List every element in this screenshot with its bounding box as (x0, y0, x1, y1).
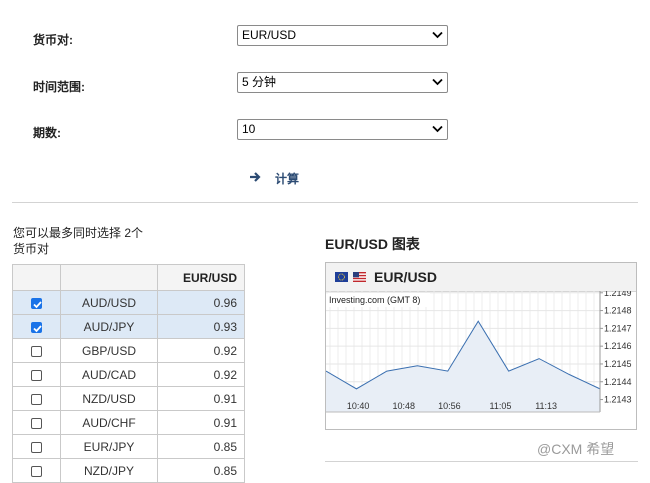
row-correlation-value: 0.96 (157, 290, 245, 315)
table-body: AUD/USD 0.96 AUD/JPY 0.93 GBP/USD 0.92 AUD/CAD… (12, 290, 245, 483)
header-eurusd-col: EUR/USD (157, 264, 245, 291)
eu-flag-icon (335, 272, 348, 282)
checkbox-unchecked[interactable] (31, 441, 42, 453)
table-row: AUD/USD 0.96 (12, 290, 245, 315)
header-checkbox-col (12, 264, 61, 291)
row-checkbox-cell (12, 338, 61, 363)
selection-note: 您可以最多同时选择 2个货币对 (13, 226, 144, 256)
row-pair-name: AUD/CHF (60, 410, 158, 435)
y-tick-label: 1.2145 (604, 359, 632, 369)
divider (325, 461, 638, 462)
table-row: EUR/JPY 0.85 (12, 434, 245, 459)
checkbox-unchecked[interactable] (31, 465, 42, 477)
checkbox-unchecked[interactable] (31, 393, 42, 405)
source-label: Investing.com (GMT 8) (329, 295, 420, 305)
table-row: NZD/JPY 0.85 (12, 458, 245, 483)
chevron-down-icon (432, 78, 443, 86)
check-icon (33, 301, 42, 309)
row-correlation-value: 0.91 (157, 386, 245, 411)
row-pair-name: AUD/JPY (60, 314, 158, 339)
time-frame-label: 时间范围: (33, 80, 85, 94)
x-tick-label: 11:13 (535, 401, 557, 411)
currency-pair-label: 货币对: (33, 33, 73, 47)
arrow-right-icon (250, 172, 261, 182)
row-correlation-value: 0.92 (157, 362, 245, 387)
calculate-label: 计算 (275, 172, 300, 186)
chart-header: EUR/USD (326, 263, 636, 292)
time-frame-value: 5 分钟 (242, 75, 277, 89)
row-checkbox-cell (12, 314, 61, 339)
chevron-down-icon (432, 125, 443, 133)
check-icon (33, 325, 42, 333)
row-pair-name: AUD/USD (60, 290, 158, 315)
row-correlation-value: 0.85 (157, 434, 245, 459)
periods-value: 10 (242, 122, 256, 136)
checkbox-checked[interactable] (31, 321, 42, 333)
row-checkbox-cell (12, 386, 61, 411)
table-row: GBP/USD 0.92 (12, 338, 245, 363)
x-tick-label: 10:40 (347, 401, 370, 411)
currency-pair-select[interactable]: EUR/USD (237, 25, 448, 46)
checkbox-unchecked[interactable] (31, 369, 42, 381)
currency-pair-value: EUR/USD (242, 28, 297, 42)
y-tick-label: 1.2146 (604, 341, 632, 351)
row-checkbox-cell (12, 458, 61, 483)
checkbox-unchecked[interactable] (31, 345, 42, 357)
table-row: NZD/USD 0.91 (12, 386, 245, 411)
divider (12, 202, 638, 203)
periods-select[interactable]: 10 (237, 119, 448, 140)
row-pair-name: GBP/USD (60, 338, 158, 363)
checkbox-unchecked[interactable] (31, 417, 42, 429)
periods-label: 期数: (33, 126, 61, 140)
row-pair-name: NZD/JPY (60, 458, 158, 483)
row-pair-name: AUD/CAD (60, 362, 158, 387)
row-checkbox-cell (12, 362, 61, 387)
row-correlation-value: 0.85 (157, 458, 245, 483)
row-checkbox-cell (12, 410, 61, 435)
x-tick-label: 10:48 (393, 401, 416, 411)
eurusd-chart: 1.2149 1.2148 1.2147 1.2146 1.2145 1.2144 1.21… (326, 291, 632, 413)
watermark: @CXM 希望 (537, 441, 615, 457)
row-checkbox-cell (12, 290, 61, 315)
x-tick-label: 11:05 (490, 401, 512, 411)
table-row: AUD/CAD 0.92 (12, 362, 245, 387)
y-tick-label: 1.2148 (604, 306, 632, 316)
time-frame-select[interactable]: 5 分钟 (237, 72, 448, 93)
checkbox-checked[interactable] (31, 297, 42, 309)
row-checkbox-cell (12, 434, 61, 459)
y-tick-label: 1.2147 (604, 323, 632, 333)
y-tick-label: 1.2149 (604, 291, 632, 298)
row-pair-name: NZD/USD (60, 386, 158, 411)
row-pair-name: EUR/JPY (60, 434, 158, 459)
header-pair-col (60, 264, 158, 291)
chart-widget: EUR/USD 1.2149 1.2148 1.2147 1.2146 1.2145 1.… (325, 262, 637, 430)
us-flag-icon (353, 272, 366, 282)
series-area (326, 321, 600, 412)
row-correlation-value: 0.91 (157, 410, 245, 435)
table-row: AUD/CHF 0.91 (12, 410, 245, 435)
y-tick-label: 1.2143 (604, 395, 632, 405)
y-tick-label: 1.2144 (604, 377, 632, 387)
chart-pair-label: EUR/USD (374, 269, 438, 285)
x-tick-label: 10:56 (438, 401, 461, 411)
correlation-table: EUR/USD AUD/USD 0.96 AUD/JPY 0.93 GBP/USD 0.9… (12, 264, 245, 483)
row-correlation-value: 0.92 (157, 338, 245, 363)
chart-title: EUR/USD 图表 (325, 236, 420, 252)
table-row: AUD/JPY 0.93 (12, 314, 245, 339)
row-correlation-value: 0.93 (157, 314, 245, 339)
chevron-down-icon (432, 31, 443, 39)
